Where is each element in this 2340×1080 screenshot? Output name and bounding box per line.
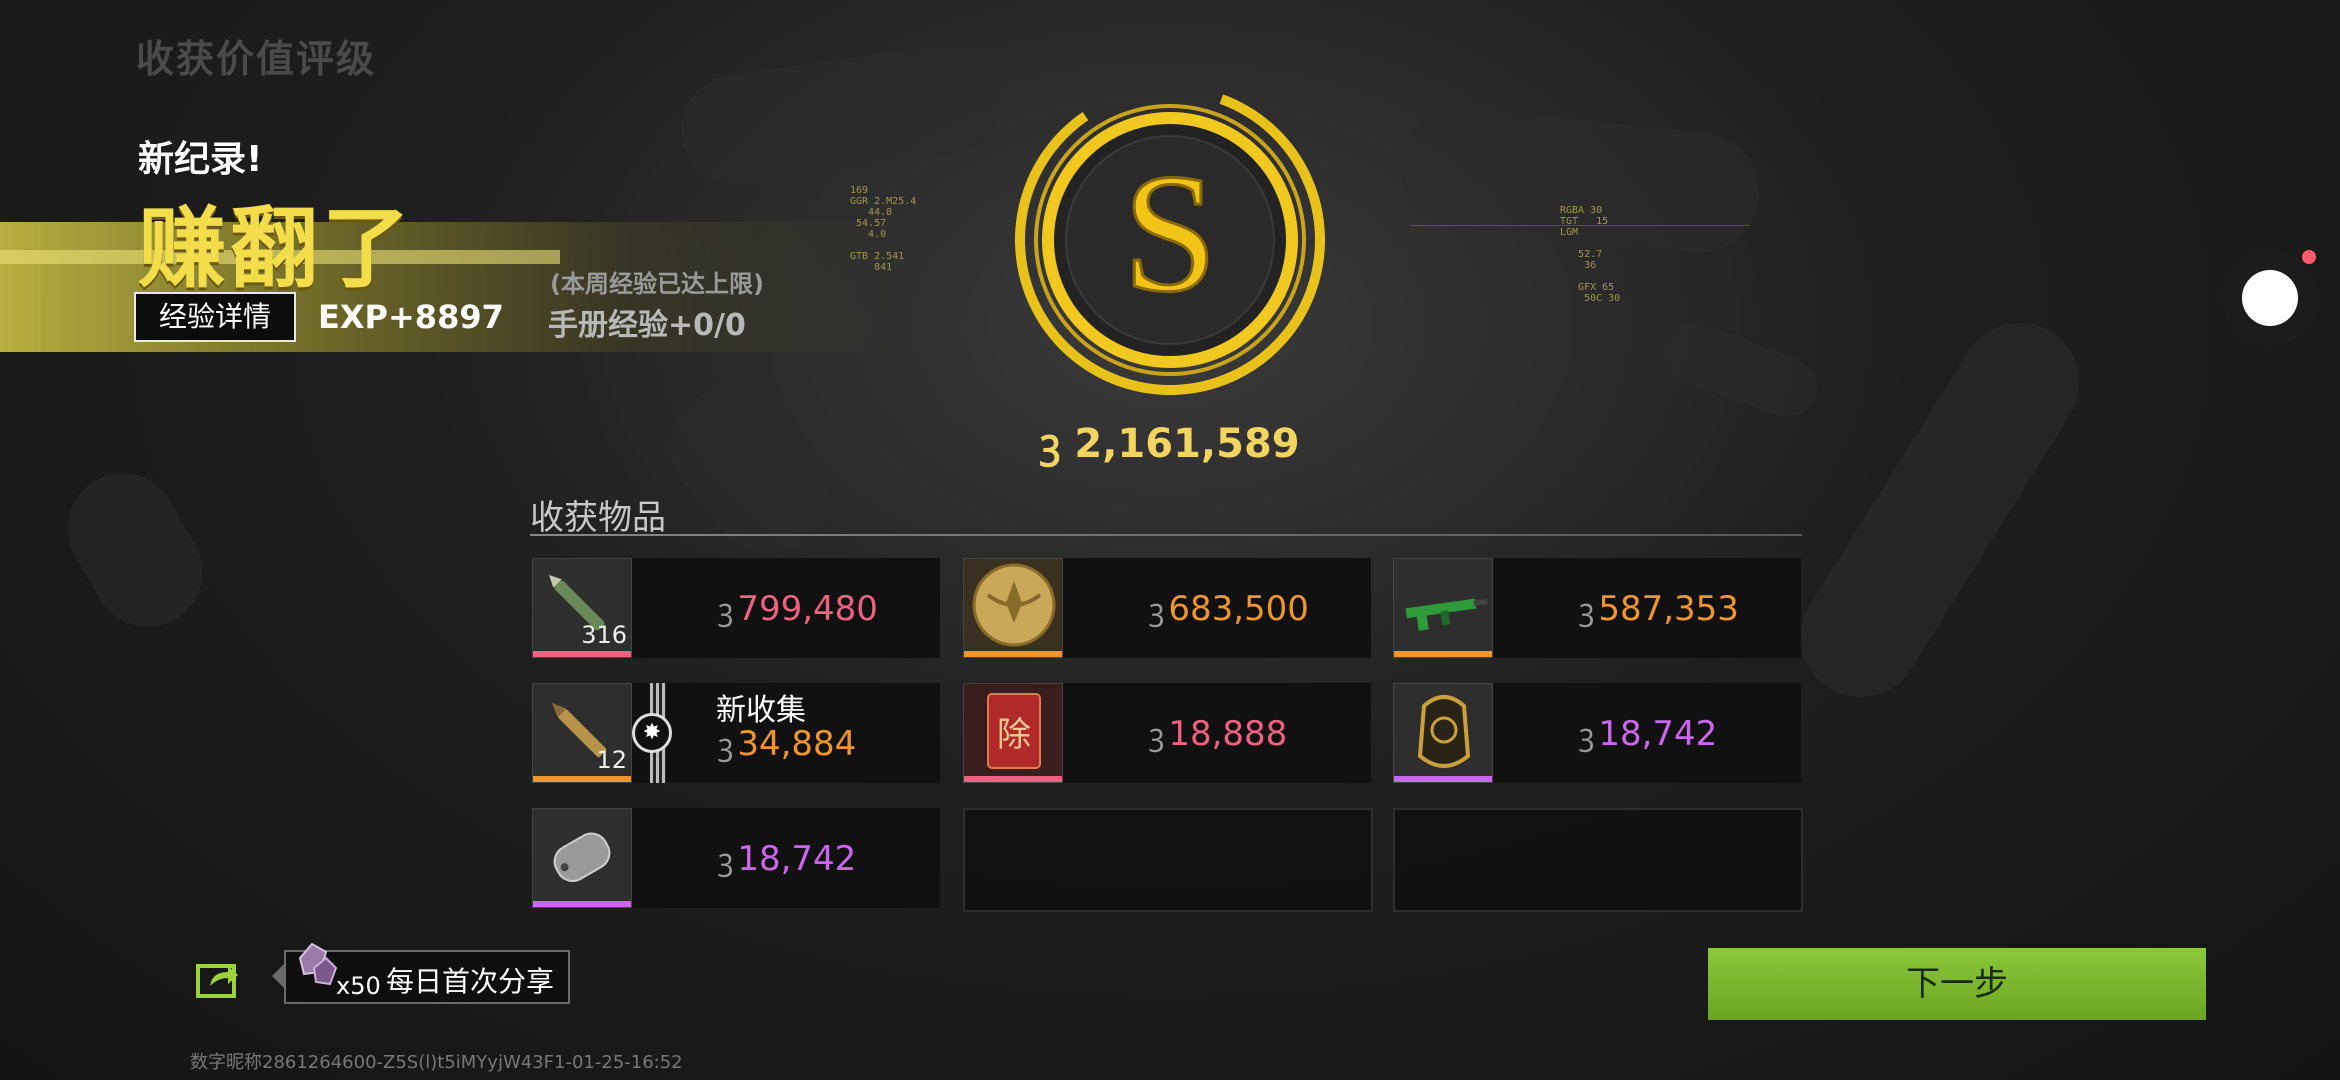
coin-icon: ꝫ [1040,421,1061,467]
red-envelope-icon: 除 [987,693,1041,769]
hud-line [1410,225,1750,226]
rarity-bar [533,901,631,907]
item-price: ꝫ 18,742 [718,839,857,879]
loot-item-thumb [1393,683,1493,783]
coin-icon: ꝫ [1579,593,1595,628]
loot-item-thumb: 除 [963,683,1063,783]
rarity-bar [964,651,1062,657]
notification-dot [2302,250,2316,264]
coin-icon: ꝫ [1579,718,1595,753]
loot-item-card[interactable]: 12 ✸ 新收集 ꝫ 34,884 [532,683,940,783]
new-collection-badge-icon: ✸ [632,713,672,753]
rarity-bar [533,651,631,657]
rating-badge: S [1010,80,1330,400]
item-price: ꝫ 683,500 [1149,589,1309,629]
reward-count: x50 [336,972,381,1000]
rarity-bar [533,776,631,782]
player-watermark: 数字昵称2861264600-Z5S(l)t5iMYyjW43F1-01-25-… [190,1052,683,1073]
manual-exp: 手册经验+0/0 [548,308,746,343]
next-step-button[interactable]: 下一步 [1708,948,2206,1020]
total-value: ꝫ 2,161,589 [1040,414,1340,469]
loot-item-card[interactable]: ꝫ 18,742 [1393,683,1801,783]
loot-item-card[interactable]: ꝫ 683,500 [963,558,1371,658]
share-pointer [272,964,284,988]
exp-gain: EXP+8897 [318,298,504,336]
rarity-bar [964,776,1062,782]
exp-detail-button[interactable]: 经验详情 [134,292,296,342]
daily-share-label: 每日首次分享 [386,965,555,998]
ornate-tag-icon [1417,695,1471,768]
hud-readout-right: RGBA 30 TGT 15 LGM 52.7 36 GFX 65 50C 30 [1560,205,1621,304]
floating-assist-button[interactable] [2222,250,2318,346]
loot-item-card[interactable]: 除 ꝫ 18,888 [963,683,1371,783]
new-record-label: 新纪录! [138,139,263,180]
empty-slot [1393,808,1803,912]
loot-item-card[interactable]: 316 ꝫ 799,480 [532,558,940,658]
rarity-bar [1394,651,1492,657]
loot-item-card[interactable]: ꝫ 18,742 [532,808,940,908]
coin-icon: ꝫ [718,843,734,878]
dog-tag-icon [553,832,611,882]
screen-title: 收获价值评级 [136,37,377,81]
loot-item-thumb [1393,558,1493,658]
share-icon[interactable] [196,958,240,998]
loot-section-title: 收获物品 [530,498,666,538]
empty-slot [963,808,1373,912]
loot-item-thumb [532,808,632,908]
rarity-bar [1394,776,1492,782]
result-headline: 赚翻了 [138,197,415,300]
loot-section-divider [530,534,1802,536]
total-value-amount: 2,161,589 [1074,421,1300,467]
gold-emblem-coin-icon [972,563,1056,647]
gem-reward-icon [290,938,340,990]
item-price: ꝫ 34,884 [718,724,857,764]
rating-grade: S [1123,139,1218,327]
loot-item-card[interactable]: ꝫ 587,353 [1393,558,1801,658]
coin-icon: ꝫ [1149,718,1165,753]
loot-item-thumb [963,558,1063,658]
loot-item-thumb: 316 [532,558,632,658]
item-price: ꝫ 799,480 [718,589,878,629]
loot-item-thumb: 12 [532,683,632,783]
coin-icon: ꝫ [1149,593,1165,628]
item-qty: 316 [581,621,627,649]
svg-text:除: 除 [997,715,1031,755]
item-price: ꝫ 587,353 [1579,589,1739,629]
green-rifle-icon [1405,598,1488,631]
weekly-cap-note: (本周经验已达上限) [550,270,764,298]
coin-icon: ꝫ [718,728,734,763]
item-qty: 12 [596,746,627,774]
item-price: ꝫ 18,742 [1579,714,1718,754]
item-price: ꝫ 18,888 [1149,714,1288,754]
coin-icon: ꝫ [718,593,734,628]
